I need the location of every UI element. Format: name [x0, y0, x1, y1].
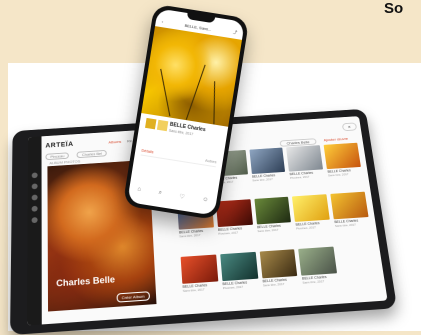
tab-albums[interactable]: Albums [108, 139, 121, 144]
artwork-thumbnail[interactable] [259, 249, 297, 278]
side-rail [27, 136, 42, 325]
artwork-thumbnail[interactable] [292, 194, 330, 222]
phone-tabs: Détails Autres [141, 148, 217, 168]
headline-text: So [384, 0, 403, 17]
artwork-thumbnail[interactable] [249, 148, 285, 175]
rail-home-icon[interactable] [32, 172, 38, 178]
artwork-card[interactable]: BELLE CharlesSans titre, 2017 [324, 143, 365, 192]
user-icon[interactable]: ☺ [202, 197, 209, 205]
artwork-image[interactable] [141, 26, 242, 127]
heart-icon[interactable]: ♡ [179, 193, 185, 201]
artwork-card-subtitle: Pivoines, 2017 [296, 225, 331, 231]
album-artist-name: Charles Belle [56, 274, 115, 288]
marketing-scene: So ARTEÏA Albums Ré... ✕ Pinceau Charles… [0, 0, 421, 331]
artwork-thumbnails [145, 118, 168, 131]
tab-others[interactable]: Autres [205, 158, 217, 165]
phone-bottom-nav: ⌂ ⌕ ♡ ☺ [137, 186, 209, 204]
artwork-thumbnail[interactable] [324, 143, 361, 169]
artwork-thumbnail[interactable] [286, 145, 323, 171]
create-album-button[interactable]: Créer Album [116, 291, 150, 302]
artwork-card[interactable]: BELLE CharlesSans titre, 2017 [249, 148, 288, 197]
artwork-card-subtitle: Sans titre, 2017 [257, 227, 292, 233]
artwork-card[interactable]: BELLE CharlesSans titre, 2017 [181, 254, 221, 308]
artwork-card[interactable]: BELLE CharlesSans titre, 2017 [254, 197, 294, 248]
phone-header-title: BELLE, Sans... [184, 22, 212, 31]
home-icon[interactable]: ⌂ [137, 186, 142, 193]
share-icon[interactable]: ⤴ [233, 29, 238, 36]
filter-pill-artist[interactable]: Charles Bel [77, 150, 107, 158]
artwork-card-subtitle: Pivoines, 2017 [290, 174, 324, 180]
artwork-card[interactable]: BELLE CharlesSans titre, 2017 [299, 246, 341, 300]
app-logo: ARTEÏA [45, 141, 73, 149]
rail-search-icon[interactable] [32, 183, 38, 189]
tablet-tabs: Albums Ré... [108, 138, 135, 144]
rail-favorite-icon[interactable] [32, 206, 38, 212]
search-icon[interactable]: ⌕ [158, 190, 162, 197]
artwork-thumbnail[interactable] [216, 200, 253, 228]
artwork-thumbnail[interactable] [220, 252, 258, 281]
artwork-card[interactable]: BELLE Charles Pivoines, 2017 [220, 252, 260, 306]
back-icon[interactable]: ‹ [162, 19, 164, 24]
close-icon[interactable]: ✕ [341, 122, 357, 131]
artwork-card-subtitle: Sans titre, 2017 [335, 222, 370, 228]
thumbnail[interactable] [145, 118, 156, 129]
artwork-card[interactable]: BELLE CharlesSans titre, 2017 [259, 249, 300, 303]
artwork-thumbnail[interactable] [331, 192, 369, 220]
rail-settings-icon[interactable] [32, 217, 38, 223]
artwork-card[interactable]: BELLE CharlesSans titre, 2017 [331, 192, 373, 243]
artwork-card[interactable]: BELLE Charles Pivoines, 2017 [286, 145, 326, 194]
thumbnail[interactable] [157, 120, 168, 131]
rail-album-icon[interactable] [32, 195, 38, 201]
artwork-thumbnail[interactable] [181, 254, 219, 283]
artwork-card[interactable]: BELLE Charles Pivoines, 2017 [216, 200, 255, 251]
artwork-thumbnail[interactable] [254, 197, 291, 225]
artwork-card-subtitle: Sans titre, 2017 [328, 171, 362, 177]
artwork-thumbnail[interactable] [299, 246, 338, 275]
tab-details[interactable]: Détails [141, 148, 154, 155]
artwork-card-subtitle: Pivoines, 2017 [218, 230, 253, 236]
artwork-card-subtitle: Sans titre, 2017 [252, 176, 286, 182]
artwork-card[interactable]: BELLE Charles Pivoines, 2017 [292, 194, 333, 245]
